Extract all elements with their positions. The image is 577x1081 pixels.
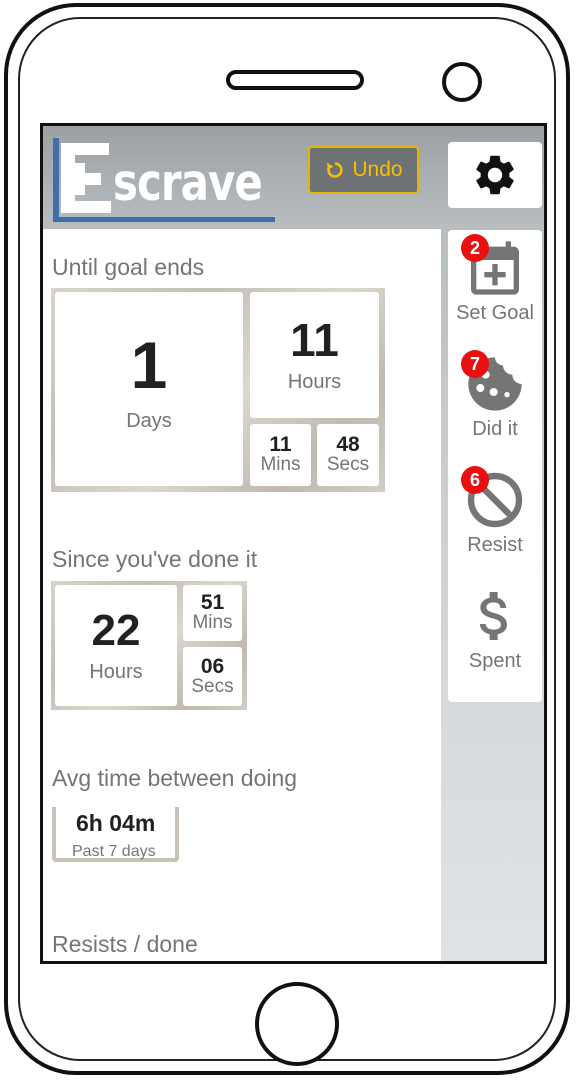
since-mins-label: Mins [192,612,233,634]
did-it-label: Did it [472,418,518,440]
dollar-icon [479,592,507,640]
days-cell: 1 Days [55,292,243,486]
until-goal-title: Until goal ends [52,254,205,280]
secs-label: Secs [326,454,370,476]
logo-letter-e [61,143,113,215]
gear-icon [476,155,514,195]
secs-value: 48 [336,433,360,457]
secs-cell: 48 Secs [317,424,379,486]
since-mins-value: 51 [200,591,225,615]
since-secs-value: 06 [200,654,225,678]
spent-button[interactable]: Spent [448,584,542,673]
since-done-timer: 22 Hours 51 Mins 06 Secs [51,581,247,710]
home-button[interactable] [255,982,339,1066]
resist-button[interactable]: 6 Resist [448,466,542,557]
since-hours-label: Hours [89,660,143,683]
did-it-button[interactable]: 7 Did it [448,350,542,441]
avg-time-value: 6h 04m [76,810,156,836]
until-goal-timer: 1 Days 11 Hours 11 Mins 48 Secs [51,288,385,492]
app-logo: scrave [53,138,275,222]
resist-label: Resist [467,534,523,556]
avg-time-card: 6h 04m Past 7 days [52,807,179,862]
mins-cell: 11 Mins [250,424,311,486]
mins-label: Mins [260,454,301,476]
set-goal-button[interactable]: 2 Set Goal [448,234,542,325]
app-screen: scrave Undo Until goal ends 1 Days 11 Ho… [40,123,547,964]
undo-button[interactable]: Undo [308,146,419,194]
hours-label: Hours [287,371,342,393]
since-mins-cell: 51 Mins [183,585,242,641]
hours-cell: 11 Hours [250,292,379,418]
set-goal-badge: 2 [461,234,489,262]
days-label: Days [126,410,172,432]
since-hours-cell: 22 Hours [55,585,177,706]
avg-time-caption: Past 7 days [72,843,156,860]
since-hours-value: 22 [91,605,141,655]
resists-done-title: Resists / done [52,931,198,957]
logo-text: scrave [113,153,263,213]
app-header: scrave Undo [43,126,544,226]
set-goal-label: Set Goal [456,302,534,324]
stats-panel: Until goal ends 1 Days 11 Hours 11 Mins … [43,229,441,961]
resist-badge: 6 [461,466,489,494]
since-done-title: Since you've done it [52,546,258,572]
spent-label: Spent [468,650,522,672]
did-it-badge: 7 [461,350,489,378]
undo-label: Undo [352,158,403,181]
since-secs-label: Secs [191,675,234,697]
phone-camera [442,62,482,102]
days-value: 1 [130,328,168,402]
undo-icon [327,162,344,178]
since-secs-cell: 06 Secs [183,647,242,706]
phone-frame: scrave Undo Until goal ends 1 Days 11 Ho… [4,3,570,1075]
action-sidebar: 2 Set Goal 7 Did it 6 Resist Spent [448,230,542,702]
hours-value: 11 [290,314,339,366]
settings-button[interactable] [448,142,542,208]
avg-time-title: Avg time between doing [52,765,298,791]
phone-speaker [226,70,364,90]
mins-value: 11 [269,433,292,457]
